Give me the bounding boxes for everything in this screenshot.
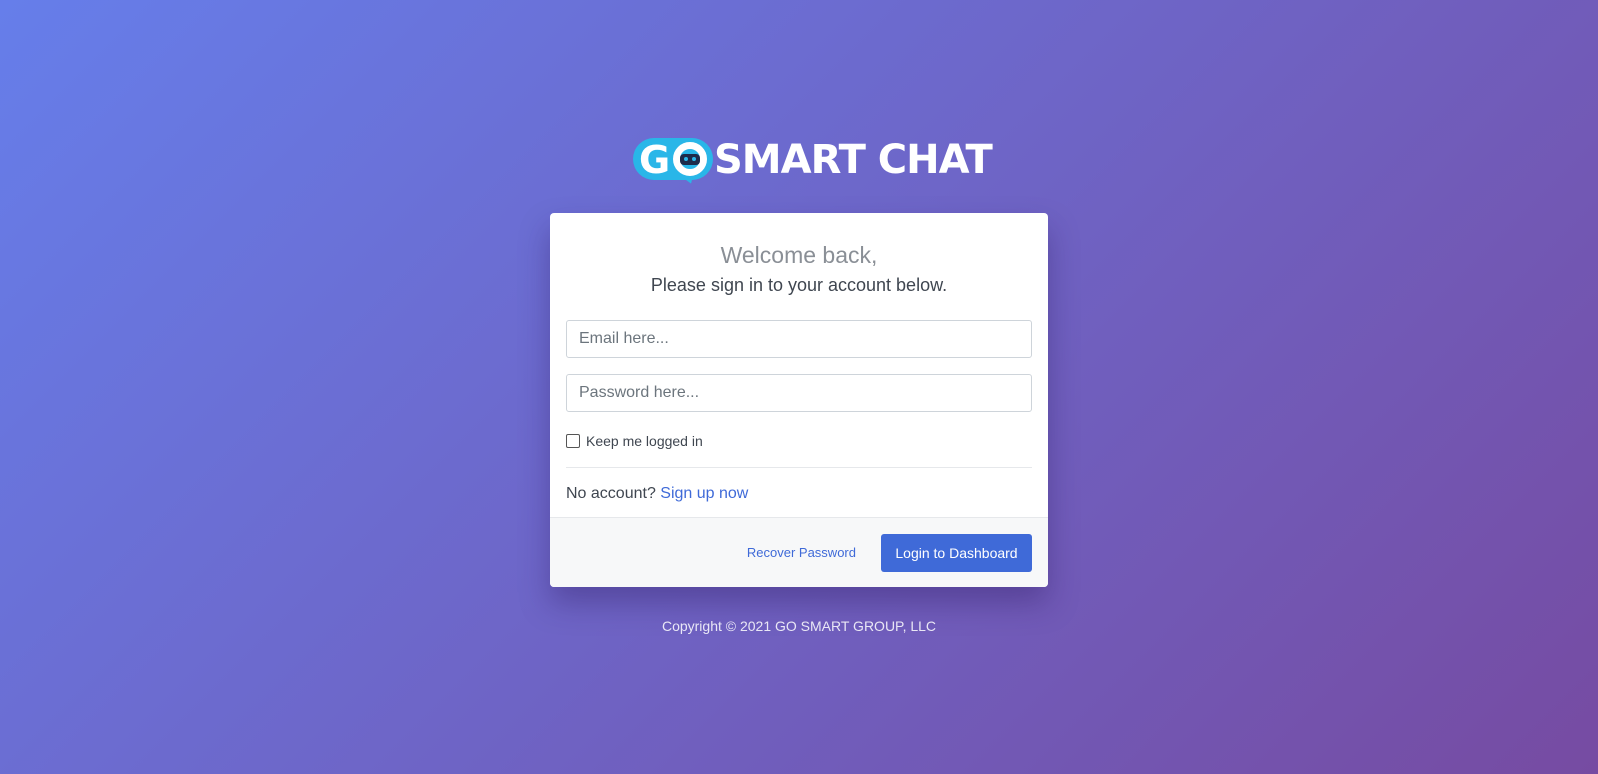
no-account-text: No account? (566, 485, 656, 502)
brand-logo: G SMART CHAT (633, 135, 993, 187)
brand-name: SMART CHAT (714, 137, 993, 183)
password-input[interactable] (566, 374, 1032, 412)
signup-row: No account? Sign up now (566, 485, 1032, 505)
welcome-heading: Welcome back, (720, 242, 878, 268)
email-input[interactable] (566, 320, 1032, 358)
remember-me-label[interactable]: Keep me logged in (586, 433, 703, 449)
remember-me-row: Keep me logged in (566, 432, 1032, 450)
login-button[interactable]: Login to Dashboard (881, 533, 1032, 572)
divider (566, 467, 1032, 468)
welcome-subtitle: Please sign in to your account below. (650, 275, 948, 295)
copyright-text: Copyright © 2021 GO SMART GROUP, LLC (661, 618, 937, 634)
remember-me-checkbox[interactable] (566, 434, 580, 448)
chat-bubble-logo-icon: G (633, 136, 713, 187)
robot-face-icon (680, 154, 700, 165)
card-footer: Recover Password Login to Dashboard (550, 517, 1048, 587)
recover-password-link[interactable]: Recover Password (747, 545, 856, 560)
login-card: Welcome back, Please sign in to your acc… (550, 213, 1048, 587)
signup-link[interactable]: Sign up now (660, 485, 748, 502)
